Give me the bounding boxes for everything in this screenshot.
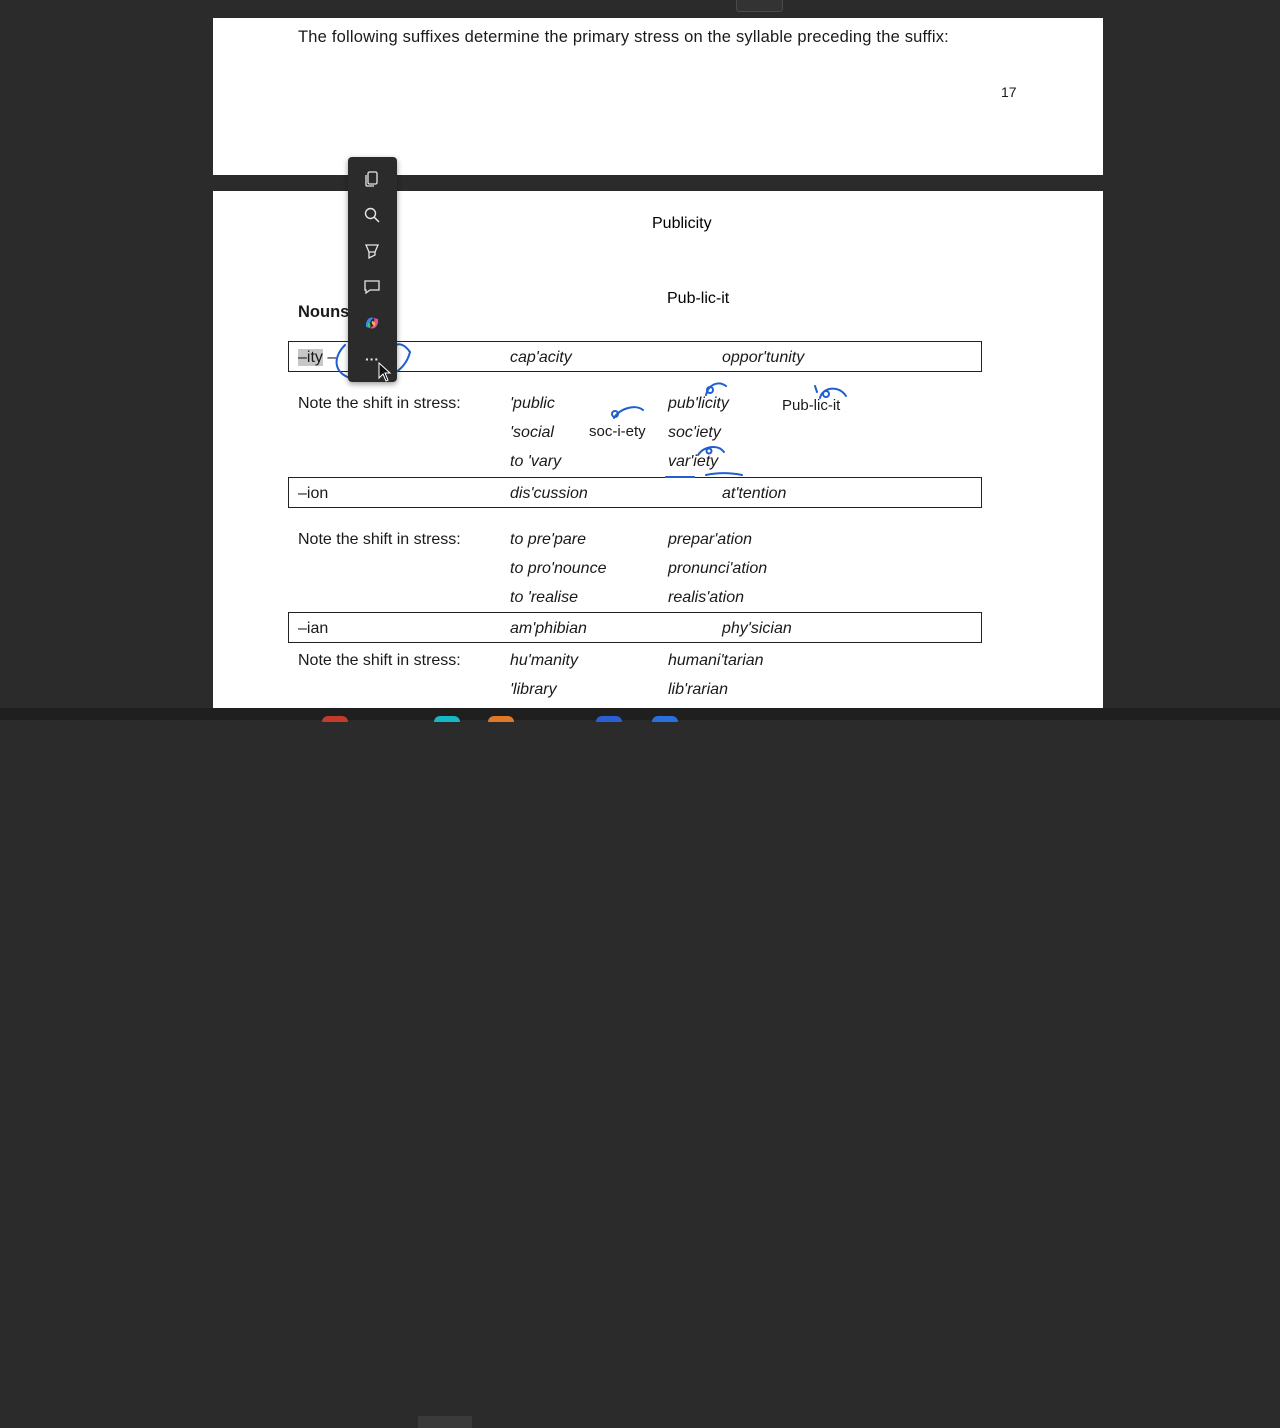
underline-stroke	[705, 472, 743, 476]
copilot-button[interactable]	[360, 311, 384, 335]
dot-stroke	[705, 447, 713, 455]
mouse-cursor-icon	[378, 362, 392, 382]
highlight-button[interactable]	[360, 239, 384, 263]
pen-annotations	[335, 343, 847, 478]
dot-stroke	[611, 410, 619, 418]
taskbar-active-app[interactable]	[418, 1416, 472, 1428]
tick-stroke	[814, 385, 818, 393]
selection-toolbar: ···	[348, 157, 397, 382]
dot-stroke	[706, 386, 714, 394]
highlight-icon	[365, 244, 379, 260]
comment-icon	[364, 280, 380, 295]
copy-icon	[365, 171, 378, 187]
search-icon	[364, 207, 380, 223]
taskbar-app-icon[interactable]	[596, 716, 622, 722]
taskbar-app-icon[interactable]	[322, 716, 348, 722]
copilot-icon	[365, 317, 379, 329]
taskbar-app-icon[interactable]	[488, 716, 514, 722]
taskbar-app-icon[interactable]	[434, 716, 460, 722]
dot-stroke	[822, 390, 830, 398]
taskbar-app-icon[interactable]	[652, 716, 678, 722]
taskbar	[0, 708, 1280, 1428]
copy-button[interactable]	[360, 167, 384, 191]
search-button[interactable]	[360, 203, 384, 227]
comment-button[interactable]	[360, 275, 384, 299]
